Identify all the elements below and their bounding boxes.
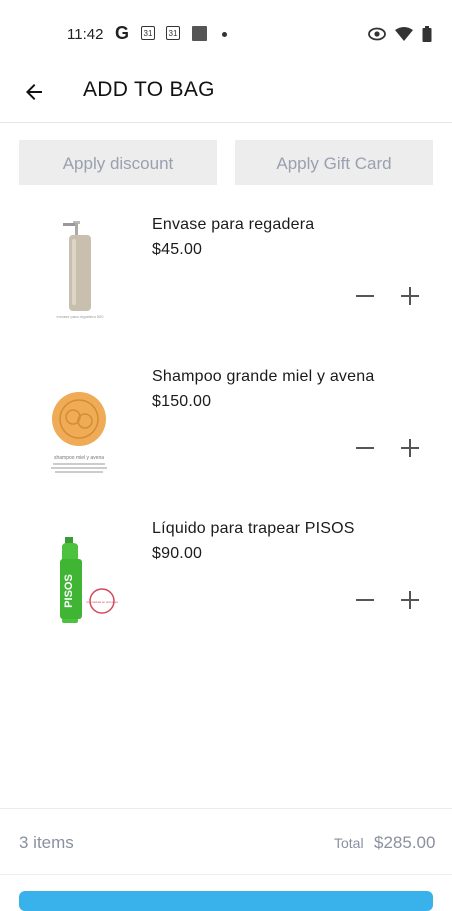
minus-icon[interactable] <box>353 436 377 460</box>
cart-item: envase para regadera 500 Envase para reg… <box>0 200 452 340</box>
image-stamp: no pruebas en animales <box>86 600 119 604</box>
apply-gift-card-button[interactable]: Apply Gift Card <box>235 140 433 185</box>
plus-icon[interactable] <box>398 284 422 308</box>
more-notifications-dot-icon <box>222 32 227 37</box>
notification-square-icon <box>192 26 207 41</box>
quantity-stepper <box>350 436 430 460</box>
back-arrow-icon[interactable] <box>22 80 46 104</box>
wifi-icon <box>395 26 413 41</box>
battery-icon <box>422 26 432 42</box>
total-value: $285.00 <box>374 833 436 852</box>
status-time: 11:42 <box>67 26 104 43</box>
item-price: $45.00 <box>152 241 203 258</box>
item-count: 3 items <box>19 833 74 852</box>
google-icon: G <box>115 23 130 43</box>
green-bottle-image: PISOS no pruebas en animales <box>60 537 119 623</box>
apply-discount-button[interactable]: Apply discount <box>19 140 217 185</box>
eye-icon <box>368 27 386 41</box>
cart-item: shampoo miel y avena Shampoo grande miel… <box>0 352 452 492</box>
minus-icon[interactable] <box>353 588 377 612</box>
bottle-image: envase para regadera 500 <box>57 221 105 319</box>
system-icons <box>368 26 432 42</box>
soap-bar-image: shampoo miel y avena <box>51 392 107 473</box>
page-title: ADD TO BAG <box>83 78 215 101</box>
item-price: $90.00 <box>152 545 203 562</box>
app-bar: ADD TO BAG <box>0 70 452 123</box>
status-bar: 11:42 G 31 31 <box>0 0 452 70</box>
item-name: Líquido para trapear PISOS <box>152 520 355 537</box>
item-name: Envase para regadera <box>152 216 315 233</box>
item-price: $150.00 <box>152 393 212 410</box>
plus-icon[interactable] <box>398 588 422 612</box>
plus-icon[interactable] <box>398 436 422 460</box>
quantity-stepper <box>350 588 430 612</box>
quantity-stepper <box>350 284 430 308</box>
image-caption: shampoo miel y avena <box>54 455 104 461</box>
calendar-icon: 31 <box>141 26 155 40</box>
checkout-button[interactable] <box>19 891 433 911</box>
image-label: PISOS <box>63 574 75 608</box>
item-name: Shampoo grande miel y avena <box>152 368 375 385</box>
calendar-icon: 31 <box>166 26 180 40</box>
cart-item: PISOS no pruebas en animales Líquido par… <box>0 504 452 644</box>
cart-summary: 3 items Total $285.00 <box>0 808 452 875</box>
image-caption: envase para regadera 500 <box>57 314 105 319</box>
total-label: Total <box>334 835 364 851</box>
minus-icon[interactable] <box>353 284 377 308</box>
